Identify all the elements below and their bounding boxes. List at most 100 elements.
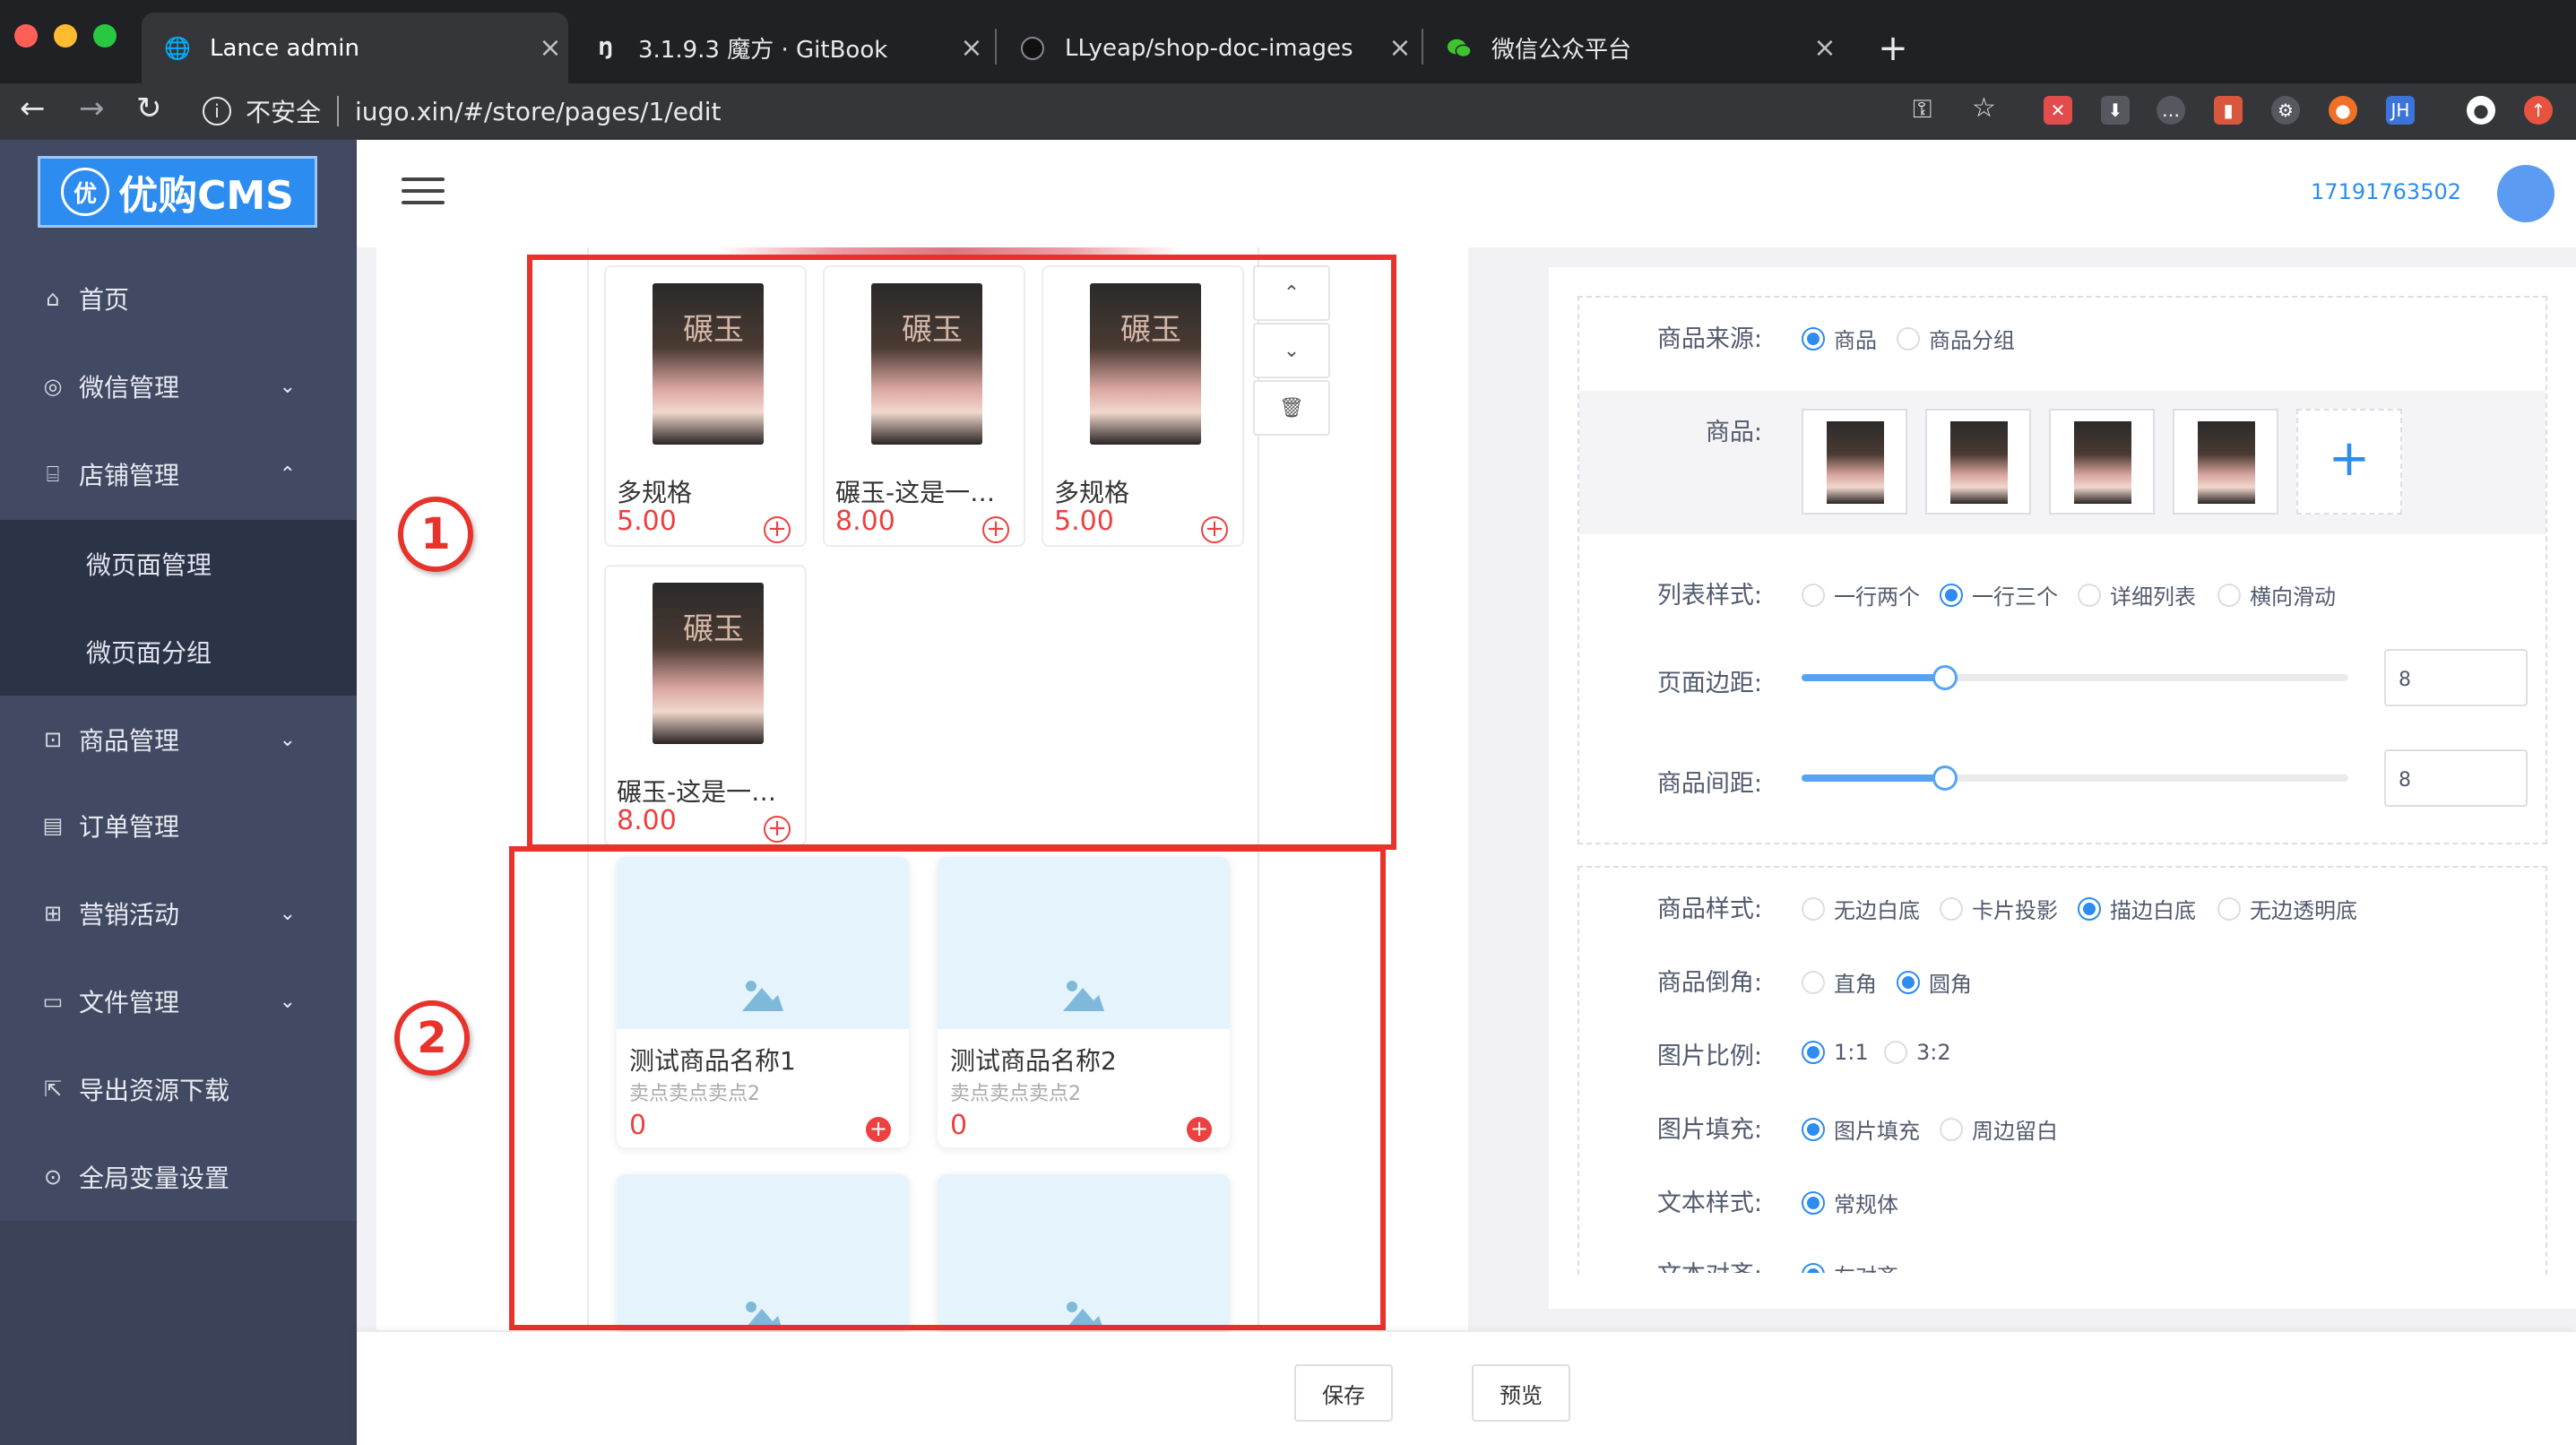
address-bar[interactable]: i 不安全 iugo.xin/#/store/pages/1/edit <box>186 87 1979 135</box>
top-header: 17191763502 <box>357 140 2576 247</box>
chevron-down-icon: ⌄ <box>279 375 296 398</box>
info-icon[interactable]: i <box>203 97 231 125</box>
update-icon[interactable]: ↑ <box>2524 96 2553 125</box>
forward-button[interactable]: → <box>79 91 105 126</box>
username[interactable]: 17191763502 <box>2311 179 2461 204</box>
chat-extension-icon[interactable]: … <box>2157 96 2185 125</box>
logo[interactable]: 优 优购CMS <box>38 156 317 228</box>
sidebar-item-goods[interactable]: ⊡ 商品管理 ⌄ <box>0 696 357 783</box>
sidebar-item-home[interactable]: ⌂ 首页 <box>0 255 357 342</box>
page-margin-slider[interactable] <box>1802 665 2348 690</box>
goods-thumbnail[interactable] <box>2049 409 2155 515</box>
chevron-up-icon: ⌃ <box>279 463 296 486</box>
gear-extension-icon[interactable]: ⚙ <box>2271 96 2300 125</box>
sidebar-subitem-page-manage[interactable]: 微页面管理 <box>0 520 357 608</box>
firefox-extension-icon[interactable]: ● <box>2329 96 2357 125</box>
close-tab-icon[interactable]: × <box>1382 32 1418 64</box>
radio-source-goods[interactable]: 商品 <box>1802 323 1877 354</box>
menu-toggle-icon[interactable] <box>402 177 445 206</box>
corner-label: 商品倒角: <box>1656 969 1762 997</box>
back-button[interactable]: ← <box>20 91 46 126</box>
sidebar-item-export[interactable]: ⇱ 导出资源下载 <box>0 1045 357 1133</box>
radio-ratio-3-2[interactable]: 3:2 <box>1884 1040 1951 1065</box>
preview-button[interactable]: 预览 <box>1472 1364 1570 1422</box>
source-label: 商品来源: <box>1656 325 1762 353</box>
browser-tab-bar: 🌐 Lance admin × Ŋ 3.1.9.3 魔方 · GitBook ×… <box>0 0 2576 83</box>
add-goods-button[interactable]: + <box>2296 409 2402 515</box>
jh-extension-icon[interactable]: JH <box>2386 96 2415 125</box>
radio-list-three[interactable]: 一行三个 <box>1940 579 2058 610</box>
radio-source-group[interactable]: 商品分组 <box>1897 323 2015 354</box>
radio-corner-round[interactable]: 圆角 <box>1897 966 1972 998</box>
close-window-button[interactable] <box>14 24 38 48</box>
logo-badge: 优 <box>61 168 110 216</box>
page-margin-input[interactable]: 8 <box>2384 649 2528 706</box>
avatar[interactable] <box>2497 165 2554 222</box>
key-icon[interactable]: ⚿ <box>1913 94 1932 125</box>
tab-wechat[interactable]: 微信公众平台 × <box>1423 13 1843 83</box>
radio-text-regular[interactable]: 常规体 <box>1802 1187 1898 1218</box>
logo-text: 优购CMS <box>118 173 294 219</box>
fill-label: 图片填充: <box>1656 1116 1762 1144</box>
radio-ratio-1-1[interactable]: 1:1 <box>1802 1040 1869 1065</box>
radio-style-outline[interactable]: 描边白底 <box>2078 893 2196 924</box>
ratio-label: 图片比例: <box>1656 1043 1762 1070</box>
goods-gap-slider[interactable] <box>1802 766 2348 791</box>
maximize-window-button[interactable] <box>93 24 117 48</box>
bag-icon: ⊡ <box>43 727 63 752</box>
radio-corner-square[interactable]: 直角 <box>1802 966 1877 998</box>
radio-list-scroll[interactable]: 横向滑动 <box>2217 579 2336 610</box>
close-tab-icon[interactable]: × <box>954 32 990 64</box>
sidebar-item-global-vars[interactable]: ⊙ 全局变量设置 <box>0 1133 357 1221</box>
minimize-window-button[interactable] <box>54 24 77 48</box>
sidebar-item-files[interactable]: ▭ 文件管理 ⌄ <box>0 957 357 1045</box>
sidebar-item-marketing[interactable]: ⊞ 营销活动 ⌄ <box>0 870 357 957</box>
office-extension-icon[interactable]: ▮ <box>2214 96 2243 125</box>
goods-thumbnail[interactable] <box>1925 409 2031 515</box>
tab-github[interactable]: LLyeap/shop-doc-images × <box>997 13 1418 83</box>
close-tab-icon[interactable]: × <box>1807 32 1843 64</box>
shield-extension-icon[interactable]: ✕ <box>2044 96 2072 125</box>
radio-style-borderless[interactable]: 无边白底 <box>1802 893 1920 924</box>
sidebar-item-orders[interactable]: ▤ 订单管理 <box>0 782 357 870</box>
github-icon <box>1020 36 1045 61</box>
save-button[interactable]: 保存 <box>1294 1364 1393 1422</box>
radio-list-two[interactable]: 一行两个 <box>1802 579 1920 610</box>
sidebar-item-store[interactable]: ⌸ 店铺管理 ⌃ <box>0 430 357 518</box>
profile-icon[interactable]: ● <box>2467 96 2495 125</box>
radio-style-card[interactable]: 卡片投影 <box>1940 893 2058 924</box>
wechat-icon: ◎ <box>43 374 63 399</box>
radio-fill-padding[interactable]: 周边留白 <box>1940 1113 2058 1145</box>
new-tab-button[interactable]: + <box>1875 13 1911 83</box>
tab-lance-admin[interactable]: 🌐 Lance admin × <box>142 13 568 83</box>
annotation-box-2 <box>509 846 1386 1330</box>
browser-toolbar: ← → ↻ i 不安全 iugo.xin/#/store/pages/1/edi… <box>0 83 2576 140</box>
reload-button[interactable]: ↻ <box>136 91 162 126</box>
home-icon: ⌂ <box>46 286 60 311</box>
sidebar-item-wechat[interactable]: ◎ 微信管理 ⌄ <box>0 342 357 430</box>
chevron-down-icon: ⌄ <box>279 728 296 751</box>
chevron-down-icon: ⌄ <box>279 990 296 1013</box>
bookmark-star-icon[interactable]: ☆ <box>1972 92 1996 124</box>
store-icon: ⌸ <box>46 462 60 487</box>
chevron-down-icon: ⌄ <box>279 902 296 925</box>
tab-gitbook[interactable]: Ŋ 3.1.9.3 魔方 · GitBook × <box>570 13 990 83</box>
goods-gap-label: 商品间距: <box>1656 770 1762 798</box>
sidebar-subitem-page-group[interactable]: 微页面分组 <box>0 608 357 696</box>
radio-list-detail[interactable]: 详细列表 <box>2078 579 2196 610</box>
goods-label: 商品: <box>1705 419 1762 446</box>
globe-icon: 🌐 <box>164 35 191 61</box>
close-tab-icon[interactable]: × <box>532 32 568 64</box>
radio-align-left[interactable]: 左对齐 <box>1802 1259 1898 1273</box>
page-margin-label: 页面边距: <box>1656 670 1762 697</box>
goods-thumbnail[interactable] <box>2173 409 2278 515</box>
goods-thumbnail[interactable] <box>1802 409 1907 515</box>
security-label: 不安全 <box>246 98 322 127</box>
settings-icon: ⊙ <box>43 1164 63 1190</box>
goods-gap-input[interactable]: 8 <box>2384 749 2528 807</box>
radio-style-transparent[interactable]: 无边透明底 <box>2217 893 2357 924</box>
gift-icon: ⊞ <box>43 901 63 926</box>
text-align-row: 文本对齐: 左对齐 <box>1579 1250 2546 1273</box>
radio-fill-image[interactable]: 图片填充 <box>1802 1113 1920 1145</box>
download-extension-icon[interactable]: ⬇ <box>2101 96 2130 125</box>
